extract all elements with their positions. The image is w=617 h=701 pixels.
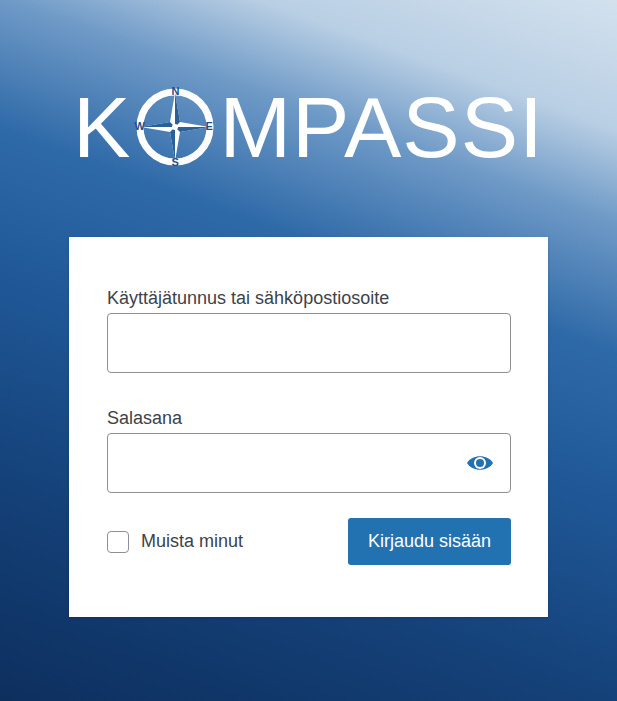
remember-label: Muista minut [141, 531, 243, 552]
remember-me[interactable]: Muista minut [107, 531, 243, 553]
compass-letter: N [171, 86, 179, 97]
password-field [107, 433, 511, 493]
eye-icon[interactable] [458, 453, 502, 473]
password-input[interactable] [108, 435, 458, 491]
logo-text: K [73, 84, 131, 170]
kompassi-logo: K N E S W MPASSI [73, 84, 544, 170]
compass-letter: W [134, 121, 144, 132]
username-field [107, 313, 511, 373]
username-input[interactable] [108, 315, 510, 371]
login-button[interactable]: Kirjaudu sisään [348, 518, 511, 565]
remember-checkbox[interactable] [107, 531, 129, 553]
form-actions: Muista minut Kirjaudu sisään [107, 518, 511, 565]
password-label: Salasana [107, 405, 511, 432]
username-label: Käyttäjätunnus tai sähköpostiosoite [107, 285, 511, 312]
compass-letter: E [205, 121, 212, 132]
compass-letter: S [171, 157, 178, 168]
logo-text: MPASSI [219, 84, 544, 170]
compass-icon: N E S W [133, 85, 217, 169]
login-card: Käyttäjätunnus tai sähköpostiosoite Salas… [69, 237, 548, 617]
